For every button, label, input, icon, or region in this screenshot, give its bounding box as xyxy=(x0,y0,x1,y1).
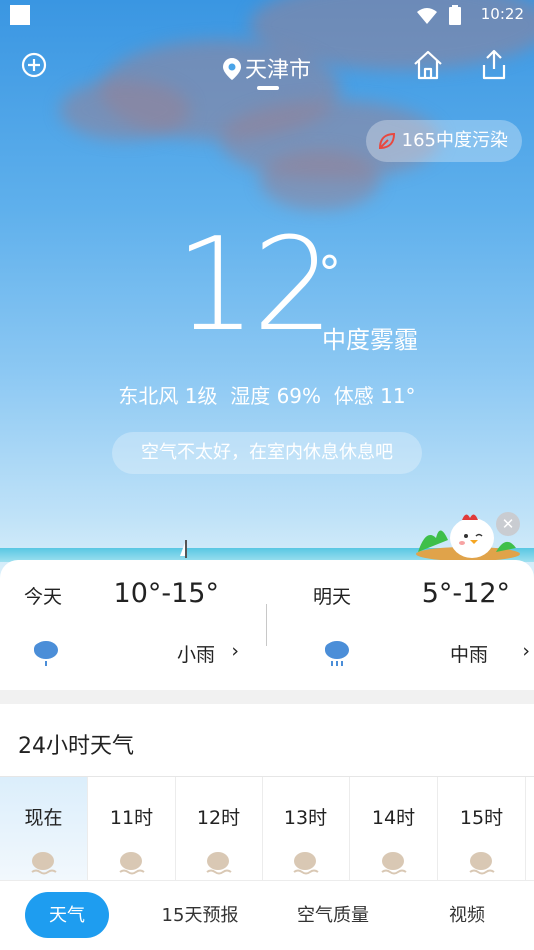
tab-weather[interactable]: 天气 xyxy=(25,881,109,950)
hour-label: 11时 xyxy=(109,807,154,829)
share-button[interactable] xyxy=(476,47,512,83)
degree-symbol: ° xyxy=(318,246,341,300)
wifi-icon xyxy=(416,8,437,24)
bottom-tab-bar: 天气 15天预报 空气质量 视频 xyxy=(0,880,534,950)
hourly-section: 24小时天气 现在 11时 12时 13时 14时 15时 xyxy=(0,704,534,881)
today-desc: 小雨 xyxy=(176,644,215,666)
notification-icon xyxy=(10,5,30,25)
tomorrow-label: 明天 xyxy=(313,586,352,608)
tab-air-quality[interactable]: 空气质量 xyxy=(283,881,383,950)
haze-icon xyxy=(119,852,145,875)
haze-icon xyxy=(381,852,407,875)
forecast-card: 今天 10°-15° 小雨 › 明天 5°-12° 中雨 › xyxy=(0,560,534,690)
leaf-icon xyxy=(378,132,395,150)
hour-label: 13时 xyxy=(283,807,328,829)
light-rain-icon xyxy=(34,641,58,666)
haze-icon xyxy=(31,852,57,875)
moderate-rain-icon xyxy=(325,641,349,666)
tomorrow-forecast[interactable]: 明天 5°-12° 中雨 › xyxy=(267,560,534,690)
haze-icon xyxy=(469,852,495,875)
haze-icon xyxy=(293,852,319,875)
battery-icon xyxy=(449,5,461,25)
hourly-strip[interactable]: 现在 11时 12时 13时 14时 15时 xyxy=(0,776,534,881)
advice-tip: 空气不太好，在室内休息休息吧 xyxy=(112,432,422,474)
chevron-right-icon: › xyxy=(231,640,239,662)
aqi-label: 165中度污染 xyxy=(401,130,508,151)
hour-cell[interactable]: 现在 xyxy=(0,777,88,881)
status-time: 10:22 xyxy=(480,5,524,23)
status-bar: 10:22 xyxy=(0,0,534,30)
hour-label: 现在 xyxy=(24,807,63,829)
location-pin-icon xyxy=(222,58,241,80)
hour-label: 12时 xyxy=(196,807,241,829)
hour-label: 15时 xyxy=(459,807,504,829)
today-range: 10°-15° xyxy=(113,578,219,609)
hour-cell[interactable]: 14时 xyxy=(350,777,438,881)
tab-15day-forecast[interactable]: 15天预报 xyxy=(150,881,250,950)
tomorrow-range: 5°-12° xyxy=(421,578,510,609)
city-name: 天津市 xyxy=(244,58,311,83)
today-forecast[interactable]: 今天 10°-15° 小雨 › xyxy=(0,560,267,690)
hour-cell[interactable]: 15时 xyxy=(438,777,526,881)
share-icon xyxy=(482,49,506,80)
hour-cell[interactable]: 13时 xyxy=(262,777,350,881)
close-mascot-button[interactable]: ✕ xyxy=(496,512,520,536)
haze-icon xyxy=(206,852,232,875)
hourly-title: 24小时天气 xyxy=(18,734,134,759)
aqi-badge[interactable]: 165中度污染 xyxy=(365,120,522,162)
top-bar: 天津市 xyxy=(0,44,534,94)
home-button[interactable] xyxy=(410,47,446,83)
home-icon xyxy=(414,50,442,80)
chevron-right-icon: › xyxy=(522,640,530,662)
current-temperature: 12 xyxy=(175,211,334,360)
sailboat-icon xyxy=(180,540,187,558)
hour-label: 14时 xyxy=(371,807,416,829)
tab-video[interactable]: 视频 xyxy=(430,881,504,950)
page-indicator xyxy=(257,86,279,90)
hour-cell[interactable]: 11时 xyxy=(88,777,176,881)
city-selector[interactable]: 天津市 xyxy=(0,52,534,84)
weather-details: 东北风 1级 湿度 69% 体感 11° xyxy=(118,384,416,408)
hour-cell[interactable]: 12时 xyxy=(175,777,263,881)
today-label: 今天 xyxy=(24,586,63,608)
current-condition: 中度雾霾 xyxy=(322,326,418,354)
tomorrow-desc: 中雨 xyxy=(449,644,488,666)
